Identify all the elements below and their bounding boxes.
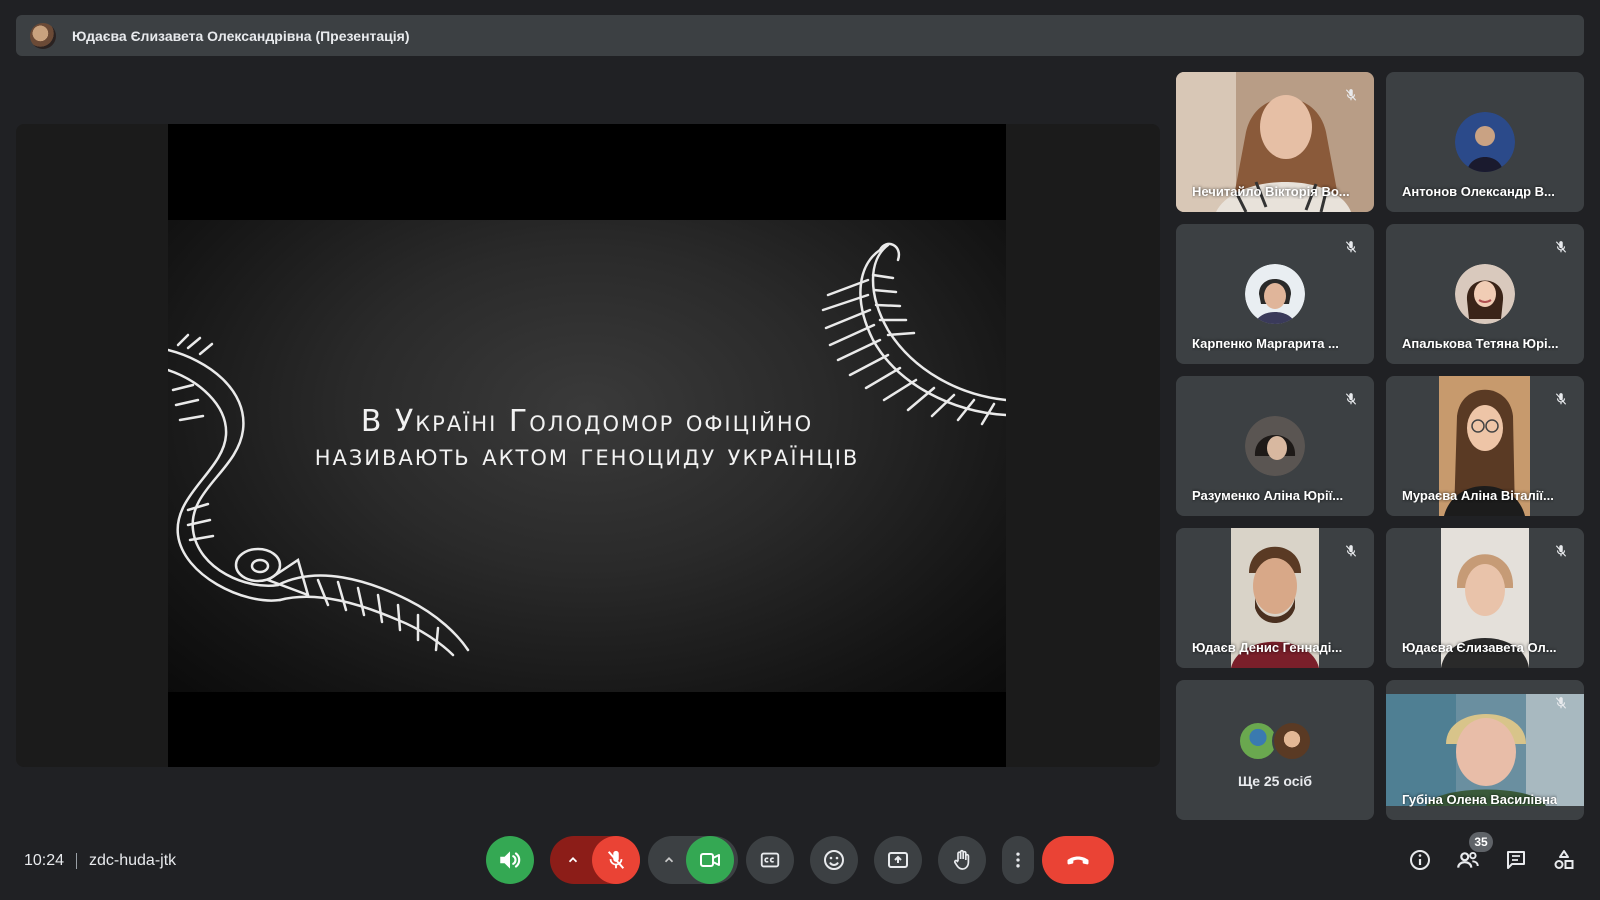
camera-icon bbox=[700, 853, 720, 867]
meeting-time: 10:24 bbox=[24, 852, 65, 869]
participant-avatar bbox=[1245, 264, 1305, 324]
speaker-icon bbox=[500, 851, 521, 869]
more-options-button[interactable] bbox=[1002, 836, 1034, 884]
info-icon bbox=[1410, 850, 1430, 870]
participant-tile[interactable]: Апалькова Тетяна Юрі... bbox=[1386, 224, 1584, 364]
more-vert-icon bbox=[1016, 852, 1020, 868]
chat-icon bbox=[1507, 851, 1525, 869]
participant-tile[interactable]: Мураєва Аліна Віталії... bbox=[1386, 376, 1584, 516]
meeting-controls-bar: 10:24 zdc-huda-jtk 35 bbox=[0, 830, 1600, 890]
participant-name: Нечитайло Вікторія Во... bbox=[1192, 184, 1350, 199]
participant-name: Апалькова Тетяна Юрі... bbox=[1402, 336, 1559, 351]
chevron-up-icon bbox=[664, 857, 674, 863]
hang-up-icon bbox=[1067, 856, 1089, 865]
participant-name: Юдаєв Денис Геннаді... bbox=[1192, 640, 1343, 655]
divider bbox=[76, 853, 77, 869]
participant-name: Карпенко Маргарита ... bbox=[1192, 336, 1339, 351]
mic-button[interactable] bbox=[592, 836, 640, 884]
participant-name: Антонов Олександр В... bbox=[1402, 184, 1555, 199]
participant-avatar bbox=[1455, 112, 1515, 172]
mic-off-icon bbox=[1340, 388, 1362, 410]
camera-options-button[interactable] bbox=[650, 836, 688, 884]
presenter-title: Юдаєва Єлизавета Олександрівна (Презента… bbox=[72, 27, 410, 44]
cc-icon bbox=[760, 852, 780, 868]
presenter-bar: Юдаєва Єлизавета Олександрівна (Презента… bbox=[16, 15, 1584, 56]
presentation-stage[interactable]: В Україні Голодомор офіційно називають а… bbox=[16, 124, 1160, 767]
participant-avatar bbox=[1455, 264, 1515, 324]
presentation-frame: В Україні Голодомор офіційно називають а… bbox=[168, 220, 1006, 692]
participant-tile[interactable]: Юдаєва Єлизавета Ол... bbox=[1386, 528, 1584, 668]
captions-button[interactable] bbox=[746, 836, 794, 884]
participant-avatar bbox=[1272, 721, 1312, 761]
mic-off-icon bbox=[1550, 388, 1572, 410]
camera-button[interactable] bbox=[686, 836, 734, 884]
mic-off-icon bbox=[1550, 540, 1572, 562]
meeting-details-button[interactable] bbox=[1404, 844, 1436, 876]
participants-count-badge: 35 bbox=[1469, 832, 1493, 852]
participant-name: Губіна Олена Василівна bbox=[1402, 792, 1558, 807]
participant-tile[interactable]: Карпенко Маргарита ... bbox=[1176, 224, 1374, 364]
participant-tile[interactable]: Губіна Олена Василівна bbox=[1386, 680, 1584, 820]
mic-off-icon bbox=[1340, 540, 1362, 562]
present-icon bbox=[888, 852, 908, 868]
more-participants-avatars bbox=[1238, 721, 1312, 761]
mic-off-icon bbox=[1340, 236, 1362, 258]
presentation-video[interactable]: В Україні Голодомор офіційно називають а… bbox=[168, 124, 1006, 767]
caption-line-2: називають актом геноциду українців bbox=[314, 438, 860, 473]
participant-name: Разуменко Аліна Юрії... bbox=[1192, 488, 1344, 503]
chat-button[interactable] bbox=[1500, 844, 1532, 876]
mic-off-icon bbox=[1340, 84, 1362, 106]
mic-options-button[interactable] bbox=[554, 836, 592, 884]
activities-button[interactable] bbox=[1548, 844, 1580, 876]
leave-call-button[interactable] bbox=[1042, 836, 1114, 884]
present-button[interactable] bbox=[874, 836, 922, 884]
participant-name: Мураєва Аліна Віталії... bbox=[1402, 488, 1554, 503]
meeting-code: zdc-huda-jtk bbox=[89, 852, 177, 869]
participant-tile[interactable]: Антонов Олександр В... bbox=[1386, 72, 1584, 212]
participant-name: Юдаєва Єлизавета Ол... bbox=[1402, 640, 1557, 655]
caption-line-1: В Україні Голодомор офіційно bbox=[360, 404, 814, 439]
participant-tile[interactable]: Юдаєв Денис Геннаді... bbox=[1176, 528, 1374, 668]
reactions-button[interactable] bbox=[810, 836, 858, 884]
activities-icon bbox=[1554, 850, 1574, 869]
presenter-avatar bbox=[30, 22, 56, 49]
participant-tile[interactable]: Нечитайло Вікторія Во... bbox=[1176, 72, 1374, 212]
emoji-icon bbox=[824, 850, 844, 870]
mic-off-icon bbox=[607, 850, 625, 869]
slide-caption: В Україні Голодомор офіційно називають а… bbox=[168, 405, 1006, 473]
audio-button[interactable] bbox=[486, 836, 534, 884]
participant-tile[interactable]: Разуменко Аліна Юрії... bbox=[1176, 376, 1374, 516]
mic-off-icon bbox=[1550, 236, 1572, 258]
more-participants-tile[interactable]: Ще 25 осіб bbox=[1176, 680, 1374, 820]
chevron-up-icon bbox=[568, 857, 578, 863]
raise-hand-button[interactable] bbox=[938, 836, 986, 884]
participant-avatar bbox=[1245, 416, 1305, 476]
hand-icon bbox=[953, 849, 970, 870]
mic-off-icon bbox=[1550, 692, 1572, 714]
more-participants-label: Ще 25 осіб bbox=[1237, 773, 1313, 789]
